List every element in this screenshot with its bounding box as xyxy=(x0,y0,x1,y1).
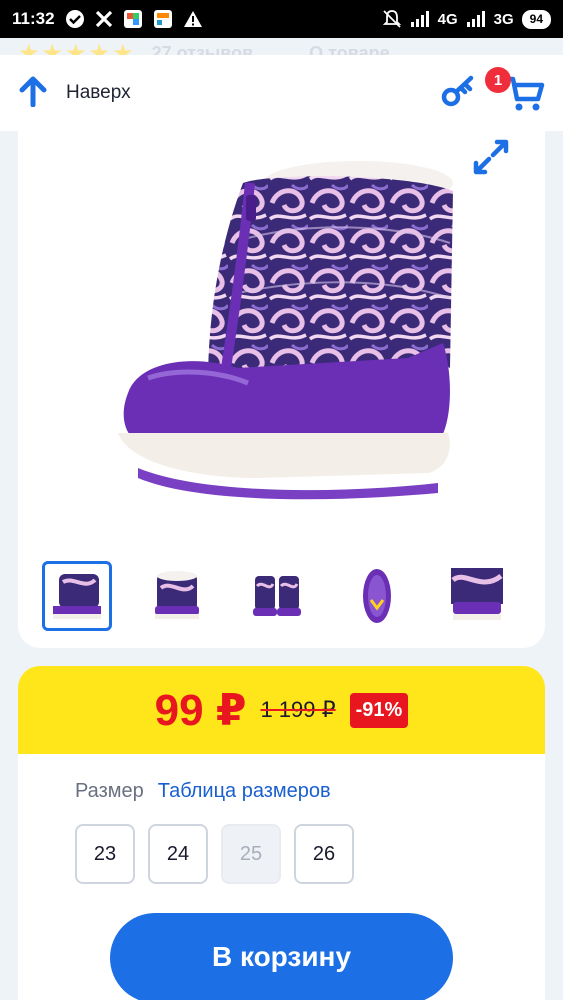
cart-icon xyxy=(504,76,545,117)
top-header: Наверх 1 xyxy=(0,55,563,131)
expand-icon[interactable] xyxy=(471,137,511,182)
status-time: 11:32 xyxy=(12,9,55,28)
arrow-up-icon[interactable] xyxy=(18,75,48,112)
add-to-cart-button[interactable]: В корзину xyxy=(110,913,453,1000)
thumbnail-2[interactable] xyxy=(142,561,212,631)
thumbnail-1[interactable] xyxy=(42,561,112,631)
check-circle-icon xyxy=(65,9,85,29)
thumbnail-5[interactable] xyxy=(442,561,512,631)
network-type-2: 3G xyxy=(493,10,514,28)
warning-icon xyxy=(183,10,203,28)
size-option-23[interactable]: 23 xyxy=(75,824,135,884)
cart-button[interactable]: 1 xyxy=(485,67,545,113)
thumbnail-strip xyxy=(42,561,545,631)
current-price: 99 ₽ xyxy=(154,685,247,735)
size-table-link[interactable]: Таблица размеров xyxy=(158,780,331,803)
battery-indicator: 94 xyxy=(521,9,551,29)
product-main-image[interactable] xyxy=(108,143,458,518)
bell-muted-icon xyxy=(382,9,402,29)
x-icon xyxy=(95,10,113,28)
status-bar: 11:32 4G 3G 94 xyxy=(0,0,563,38)
thumbnail-3[interactable] xyxy=(242,561,312,631)
size-option-25: 25 xyxy=(221,824,281,884)
price-band: 99 ₽ 1 199 ₽ -91% xyxy=(18,666,545,754)
size-options: 23 24 25 26 xyxy=(75,824,354,884)
thumbnail-6[interactable] xyxy=(542,561,545,631)
thumbnail-4[interactable] xyxy=(342,561,412,631)
key-icon[interactable] xyxy=(441,74,475,113)
app-notification-icon xyxy=(123,9,143,29)
signal-icon-2 xyxy=(466,11,486,27)
size-option-24[interactable]: 24 xyxy=(148,824,208,884)
back-to-top-label[interactable]: Наверх xyxy=(66,82,131,104)
size-label: Размер xyxy=(75,780,144,802)
discount-badge: -91% xyxy=(349,692,409,728)
network-type-1: 4G xyxy=(437,10,458,28)
old-price: 1 199 ₽ xyxy=(260,697,336,722)
size-option-26[interactable]: 26 xyxy=(294,824,354,884)
product-gallery-card xyxy=(18,131,545,648)
signal-icon xyxy=(410,11,430,27)
app-notification-icon-2 xyxy=(153,9,173,29)
cart-count-badge: 1 xyxy=(485,67,511,93)
